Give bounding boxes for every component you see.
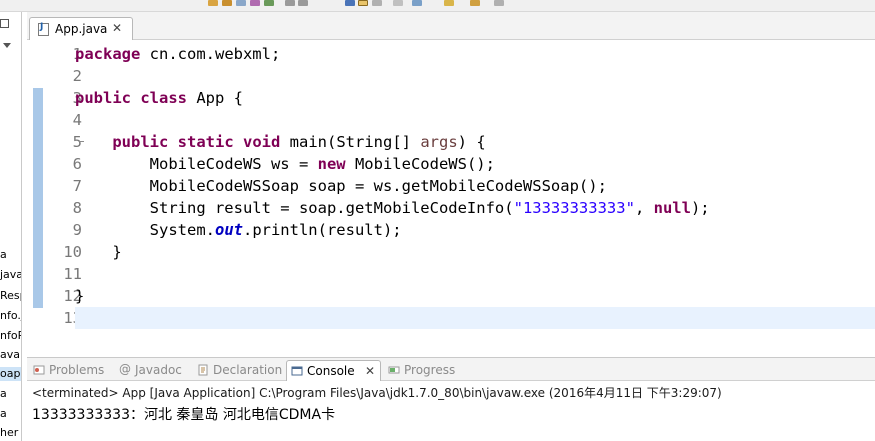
- tab-app-java[interactable]: J App.java ✕: [29, 17, 133, 41]
- tab-console[interactable]: Console ✕: [286, 360, 381, 381]
- toolbar-icon[interactable]: [208, 0, 218, 6]
- tree-item[interactable]: ava: [0, 348, 20, 362]
- declaration-icon: [198, 364, 208, 376]
- code-line: public class App {: [75, 89, 244, 107]
- toolbar-icon[interactable]: [494, 0, 504, 6]
- code-line: MobileCodeWS ws = new MobileCodeWS();: [75, 155, 495, 173]
- toolbar-icon[interactable]: [372, 0, 382, 6]
- tree-item[interactable]: a: [0, 248, 7, 262]
- tree-item[interactable]: a: [0, 407, 7, 421]
- tree-item-selected[interactable]: oap: [0, 367, 21, 381]
- tab-label: Javadoc: [135, 363, 182, 377]
- toolbar-icon[interactable]: [236, 0, 246, 6]
- progress-icon: [388, 366, 400, 374]
- tab-declaration[interactable]: Declaration: [193, 360, 285, 381]
- minimize-icon[interactable]: [0, 19, 9, 28]
- tree-item[interactable]: nfoR: [0, 329, 21, 343]
- console-icon: [291, 366, 303, 376]
- toolbar-icon[interactable]: [298, 0, 308, 6]
- current-line: [75, 307, 875, 329]
- console-status: <terminated> App [Java Application] C:\P…: [32, 386, 722, 400]
- code-line: package cn.com.webxml;: [75, 45, 281, 63]
- toolbar-icon[interactable]: [470, 0, 480, 6]
- view-menu-icon[interactable]: [3, 43, 11, 48]
- problems-icon: [33, 365, 45, 375]
- tab-label: App.java: [55, 22, 108, 36]
- close-icon[interactable]: ✕: [365, 364, 375, 378]
- toolbar-icon[interactable]: [393, 0, 403, 6]
- code-editor[interactable]: 1 2 3 4 5 6 7 8 9 10 11 12 13 package cn…: [27, 40, 875, 353]
- javadoc-icon: @: [119, 362, 131, 376]
- console-output: 13333333333：河北 秦皇岛 河北电信CDMA卡: [32, 407, 336, 423]
- code-line: System.out.println(result);: [75, 221, 402, 239]
- tab-javadoc[interactable]: @ Javadoc: [115, 360, 191, 381]
- tree-item[interactable]: a: [0, 387, 7, 401]
- main-toolbar: [0, 0, 875, 12]
- tab-problems[interactable]: Problems: [29, 360, 113, 381]
- console-view[interactable]: <terminated> App [Java Application] C:\P…: [27, 381, 875, 441]
- java-file-icon: J: [38, 22, 49, 36]
- toolbar-icon[interactable]: [358, 0, 368, 6]
- tree-item[interactable]: java: [0, 268, 21, 282]
- toolbar-icon[interactable]: [412, 0, 422, 6]
- package-explorer: a java Resp nfo.j nfoR ava oap a a her: [0, 12, 22, 441]
- toolbar-icon[interactable]: [222, 0, 232, 6]
- code-line: public static void main(String[] args) {: [112, 133, 486, 151]
- close-icon[interactable]: ✕: [112, 21, 122, 35]
- tab-label: Problems: [49, 363, 105, 377]
- tree-item[interactable]: her: [0, 426, 18, 440]
- editor-tab-bar: J App.java ✕: [27, 12, 875, 41]
- toolbar-icon[interactable]: [345, 0, 355, 6]
- bottom-tab-bar: Problems @ Javadoc Declaration Console ✕…: [27, 357, 875, 381]
- code-line: }: [75, 243, 122, 261]
- code-line: String result = soap.getMobileCodeInfo("…: [75, 199, 710, 217]
- code-text[interactable]: package cn.com.webxml; public class App …: [75, 40, 875, 353]
- tab-progress[interactable]: Progress: [384, 360, 464, 381]
- tab-label: Declaration: [213, 363, 283, 377]
- code-line: MobileCodeWSSoap soap = ws.getMobileCode…: [75, 177, 607, 195]
- tree-item[interactable]: nfo.j: [0, 309, 21, 323]
- toolbar-icon[interactable]: [285, 0, 295, 6]
- toolbar-icon[interactable]: [250, 0, 260, 6]
- code-line: }: [75, 287, 85, 305]
- tab-label: Progress: [404, 363, 456, 377]
- tree-item[interactable]: Resp: [0, 289, 21, 303]
- tab-label: Console: [307, 364, 355, 378]
- toolbar-icon[interactable]: [264, 0, 274, 6]
- toolbar-icon[interactable]: [444, 0, 454, 6]
